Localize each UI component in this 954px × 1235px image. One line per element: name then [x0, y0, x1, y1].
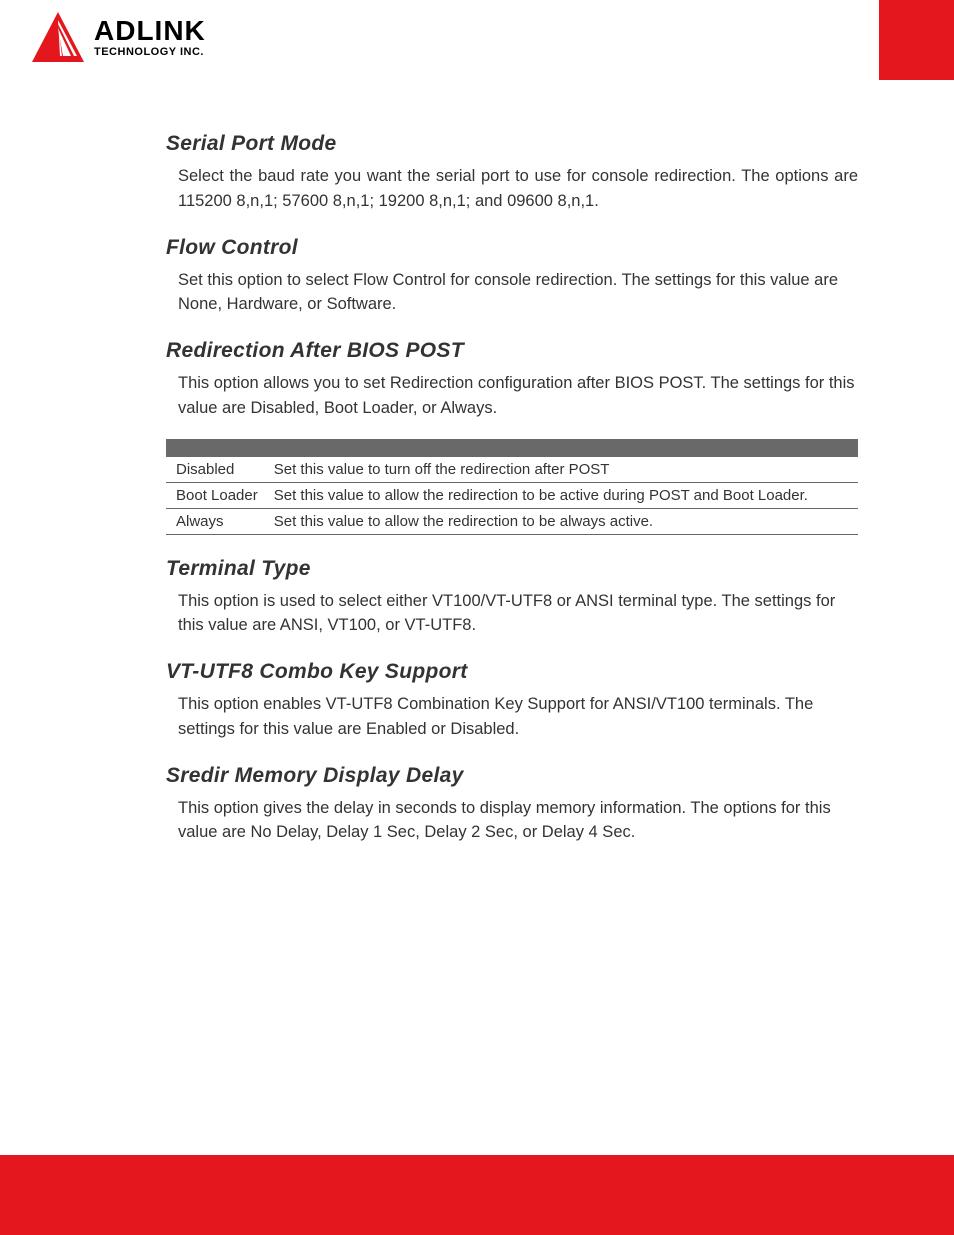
- option-value: Set this value to allow the redirection …: [264, 482, 858, 508]
- heading-serial-port-mode: Serial Port Mode: [166, 132, 858, 156]
- paragraph-flow-control: Set this option to select Flow Control f…: [178, 268, 858, 318]
- table-row: Always Set this value to allow the redir…: [166, 508, 858, 534]
- paragraph-redirection-after-bios-post: This option allows you to set Redirectio…: [178, 371, 858, 421]
- heading-flow-control: Flow Control: [166, 236, 858, 260]
- logo-brand-main: ADLINK: [94, 18, 206, 45]
- heading-vt-utf8-combo-key: VT-UTF8 Combo Key Support: [166, 660, 858, 684]
- company-logo: ADLINK TECHNOLOGY INC.: [30, 12, 206, 64]
- option-value: Set this value to allow the redirection …: [264, 508, 858, 534]
- heading-redirection-after-bios-post: Redirection After BIOS POST: [166, 339, 858, 363]
- logo-triangle-icon: [30, 12, 86, 64]
- heading-terminal-type: Terminal Type: [166, 557, 858, 581]
- paragraph-terminal-type: This option is used to select either VT1…: [178, 589, 858, 639]
- option-key: Always: [166, 508, 264, 534]
- logo-brand-sub: TECHNOLOGY INC.: [94, 46, 206, 58]
- option-key: Boot Loader: [166, 482, 264, 508]
- paragraph-vt-utf8-combo-key: This option enables VT-UTF8 Combination …: [178, 692, 858, 742]
- logo-text: ADLINK TECHNOLOGY INC.: [94, 18, 206, 58]
- page: ADLINK TECHNOLOGY INC. Serial Port Mode …: [0, 0, 954, 1235]
- table-header-bar: [166, 439, 858, 457]
- table-row: Boot Loader Set this value to allow the …: [166, 482, 858, 508]
- footer-accent-bar: [0, 1155, 954, 1235]
- table-row: Disabled Set this value to turn off the …: [166, 457, 858, 483]
- options-table: Disabled Set this value to turn off the …: [166, 439, 858, 535]
- document-content: Serial Port Mode Select the baud rate yo…: [166, 132, 858, 851]
- header-accent-tab: [879, 0, 954, 80]
- option-value: Set this value to turn off the redirecti…: [264, 457, 858, 483]
- heading-sredir-memory-display-delay: Sredir Memory Display Delay: [166, 764, 858, 788]
- paragraph-sredir-memory-display-delay: This option gives the delay in seconds t…: [178, 796, 858, 846]
- option-key: Disabled: [166, 457, 264, 483]
- paragraph-serial-port-mode: Select the baud rate you want the serial…: [178, 164, 858, 214]
